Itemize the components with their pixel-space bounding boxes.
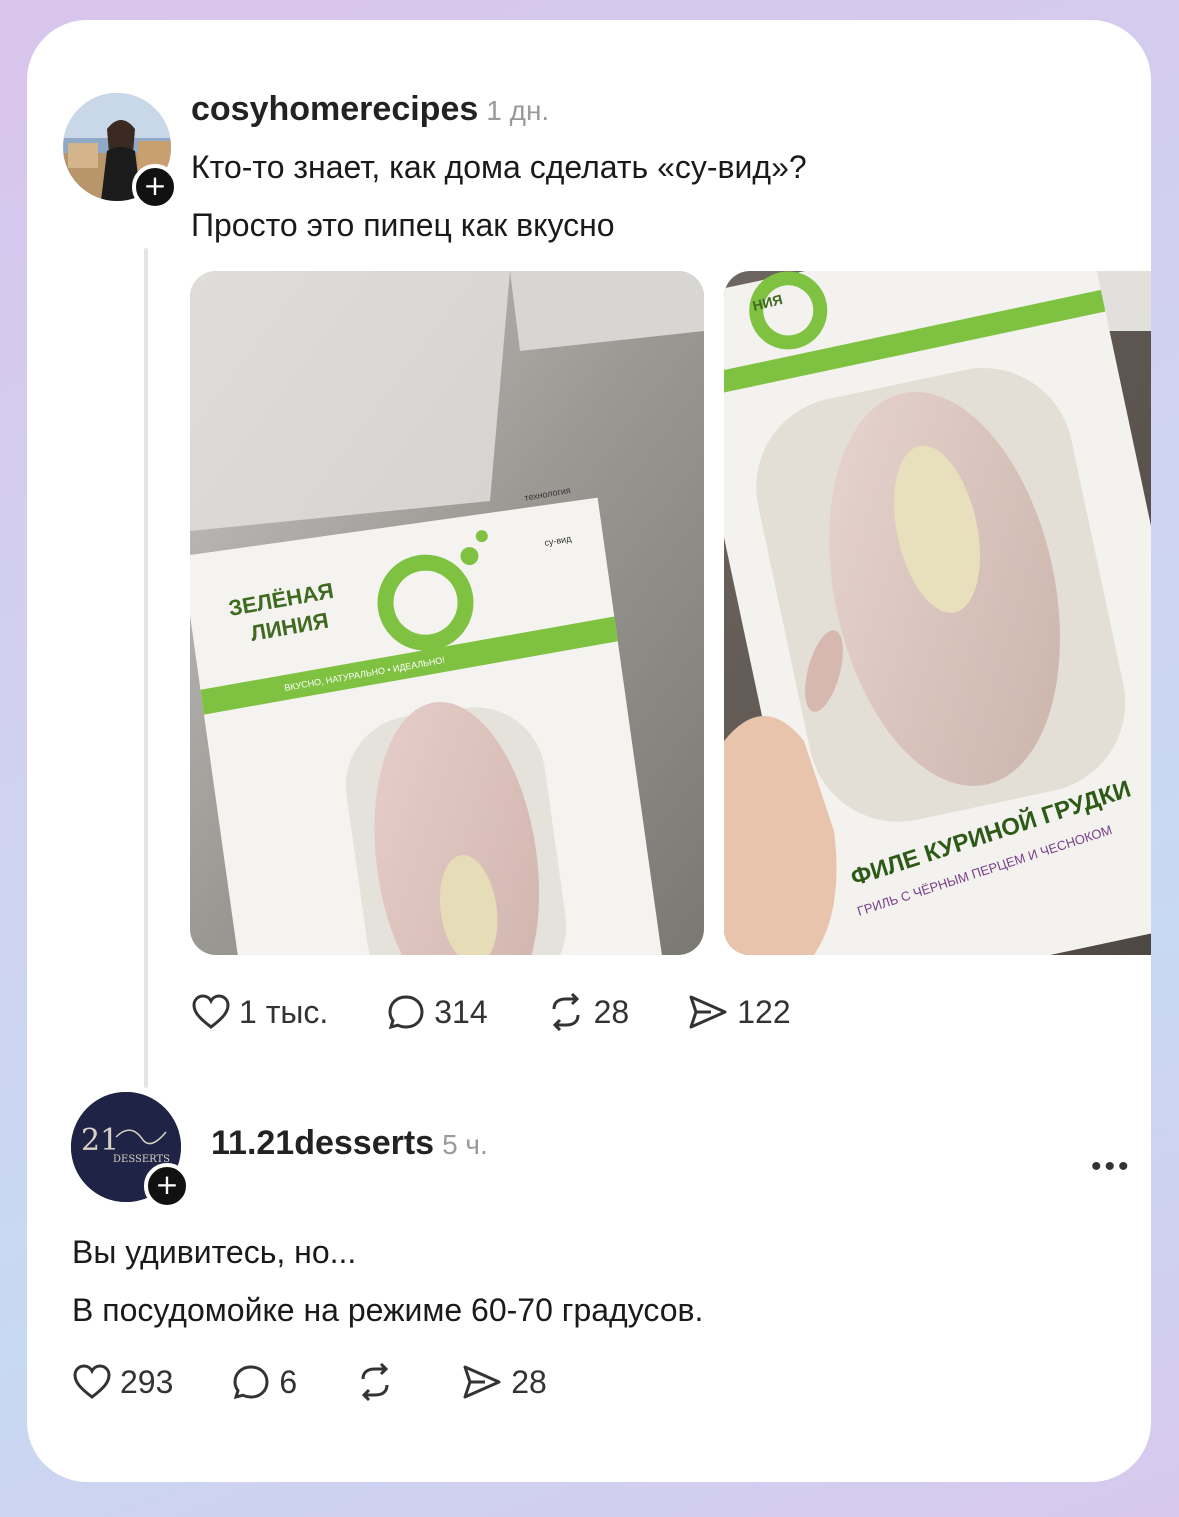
post-username-text[interactable]: cosyhomerecipes (191, 90, 478, 128)
reply-comment-count: 6 (279, 1363, 298, 1400)
reply-share-button[interactable]: 28 (461, 1363, 547, 1401)
repost-button[interactable]: 28 (546, 993, 630, 1031)
repost-icon (552, 993, 580, 1031)
like-count: 1 тыс. (239, 993, 329, 1030)
plus-icon: + (155, 1168, 179, 1201)
reply-actions: 293 6 28 (72, 1363, 605, 1401)
comment-bubble-icon (233, 1365, 269, 1400)
like-button[interactable]: 1 тыс. (191, 993, 328, 1031)
svg-text:21: 21 (81, 1123, 119, 1158)
follow-button[interactable]: + (132, 164, 178, 210)
reply-line-1: Вы удивитесь, но... (72, 1234, 357, 1270)
post-username[interactable]: cosyhomerecipes 1 дн. (191, 90, 549, 129)
heart-icon (73, 1364, 111, 1399)
post-line-2: Просто это пипец как вкусно (191, 207, 615, 243)
reply-time: 5 ч. (442, 1129, 488, 1160)
feed-card: + cosyhomerecipes 1 дн. Кто-то знает, как… (27, 20, 1151, 1482)
post-text: Кто-то знает, как дома сделать «су-вид»?… (191, 138, 807, 254)
reply-repost-button[interactable] (355, 1363, 403, 1401)
share-arrow-icon (689, 995, 727, 1029)
thread-line (144, 248, 148, 1088)
reply-like-count: 293 (120, 1363, 174, 1400)
heart-icon (192, 994, 230, 1029)
share-arrow-icon (463, 1365, 501, 1399)
share-button[interactable]: 122 (687, 993, 791, 1031)
repost-count: 28 (593, 993, 630, 1030)
reply-follow-button[interactable]: + (144, 1163, 190, 1209)
more-button[interactable]: ••• (1091, 1150, 1132, 1184)
reply-text: Вы удивитесь, но... В посудомойке на реж… (72, 1223, 703, 1339)
repost-icon (361, 1363, 389, 1401)
reply-username[interactable]: 11.21desserts 5 ч. (211, 1124, 488, 1163)
reply-line-2: В посудомойке на режиме 60-70 градусов. (72, 1292, 704, 1328)
comment-button[interactable]: 314 (386, 993, 488, 1031)
reply-share-count: 28 (511, 1363, 547, 1400)
reply-like-button[interactable]: 293 (72, 1363, 173, 1401)
comment-count: 314 (434, 993, 488, 1030)
reply-username-text[interactable]: 11.21desserts (211, 1124, 434, 1162)
share-count: 122 (737, 993, 791, 1030)
post-photo-2[interactable]: НИЯ ФИЛЕ КУРИНОЙ ГРУДКИ ГРИЛЬ С ЧЁРНЫМ П… (724, 271, 1151, 955)
more-dots-icon[interactable]: ••• (1091, 1150, 1132, 1183)
post-actions: 1 тыс. 314 28 122 (191, 993, 849, 1031)
post-line-1: Кто-то знает, как дома сделать «су-вид»? (191, 149, 807, 185)
comment-bubble-icon (388, 995, 424, 1030)
post-photo-1[interactable]: ЗЕЛЁНАЯ ЛИНИЯ ВКУСНО, НАТУРАЛЬНО • ИДЕАЛ… (190, 271, 704, 955)
post-time: 1 дн. (486, 95, 550, 126)
plus-icon: + (143, 169, 167, 202)
reply-comment-button[interactable]: 6 (231, 1363, 297, 1401)
